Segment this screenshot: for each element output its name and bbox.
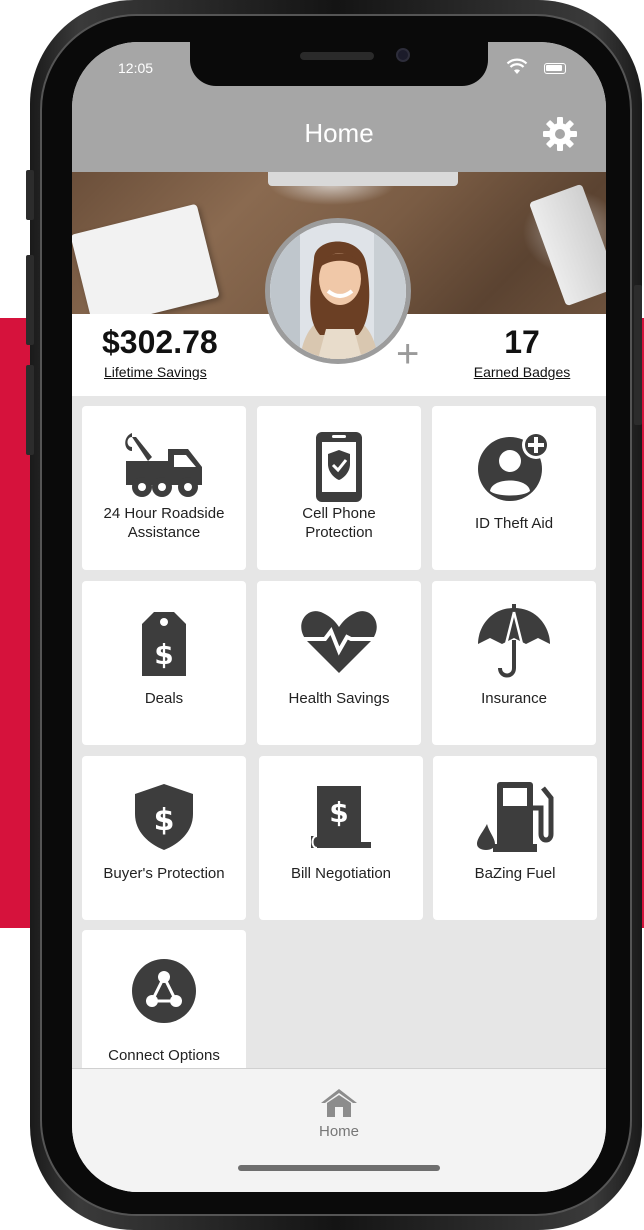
tile-label: Insurance — [481, 690, 547, 707]
add-photo-icon[interactable]: + — [396, 334, 419, 374]
banner-notebook — [72, 203, 220, 329]
page-title: Home — [304, 118, 374, 148]
tab-home-label: Home — [318, 1123, 359, 1140]
tab-bar: Home — [72, 1068, 606, 1192]
tile-bazing-fuel[interactable]: BaZing Fuel — [433, 756, 597, 920]
tile-insurance[interactable]: Insurance — [432, 581, 596, 745]
tab-home[interactable]: Home — [289, 1087, 389, 1140]
bill-icon: $ — [311, 786, 371, 849]
tile-cell-phone-protection[interactable]: Cell Phone Protection — [257, 406, 421, 570]
tile-label: Cell Phone Protection — [302, 505, 376, 541]
network-icon — [132, 959, 196, 1023]
earned-badges-value: 17 — [504, 324, 540, 360]
tile-label: ID Theft Aid — [474, 515, 554, 532]
phone-mute-switch — [26, 170, 34, 220]
fuel-pump-icon — [477, 782, 554, 852]
tile-label: Buyer's Protection — [103, 865, 225, 882]
umbrella-icon — [478, 604, 550, 678]
phone-camera — [396, 48, 410, 62]
tile-health-savings[interactable]: Health Savings — [257, 581, 421, 745]
tile-label: Bill Negotiation — [290, 865, 392, 882]
tile-label: Health Savings — [288, 690, 390, 707]
user-plus-icon — [478, 431, 550, 501]
earned-badges-link[interactable]: Earned Badges — [462, 364, 582, 380]
wifi-icon — [506, 58, 528, 74]
heartbeat-icon — [301, 611, 377, 673]
tile-id-theft-aid[interactable]: ID Theft Aid — [432, 406, 596, 570]
status-time: 12:05 — [118, 60, 154, 76]
home-icon — [321, 1089, 357, 1117]
gear-icon[interactable] — [542, 116, 578, 152]
tile-buyers-protection[interactable]: $ Buyer's Protection — [82, 756, 246, 920]
svg-text:$: $ — [154, 803, 175, 838]
phone-speaker — [300, 52, 374, 60]
tile-bill-negotiation[interactable]: $ Bill Negotiation — [259, 756, 423, 920]
tile-deals[interactable]: $ Deals — [82, 581, 246, 745]
app-screen: 12:05 Home $302.78 Lifetime Savings + 17… — [72, 42, 606, 1192]
shield-dollar-icon: $ — [135, 784, 193, 850]
svg-text:$: $ — [154, 638, 173, 671]
avatar-photo — [270, 223, 406, 359]
banner-laptop — [268, 172, 458, 186]
tow-truck-icon — [125, 433, 202, 497]
lifetime-savings-value: $302.78 — [102, 324, 218, 360]
phone-volume-up-button — [26, 255, 34, 345]
phone-notch — [190, 42, 488, 86]
tile-label: Connect Options — [108, 1047, 220, 1064]
lifetime-savings-link[interactable]: Lifetime Savings — [104, 364, 207, 380]
tile-label: 24 Hour Roadside Assistance — [103, 505, 225, 541]
svg-text:$: $ — [329, 796, 348, 829]
tile-label: BaZing Fuel — [474, 865, 556, 882]
tile-roadside-assistance[interactable]: 24 Hour Roadside Assistance — [82, 406, 246, 570]
battery-icon — [544, 63, 566, 74]
phone-shield-icon — [316, 432, 362, 502]
banner-papers — [528, 183, 606, 307]
tile-label: Deals — [144, 690, 184, 707]
phone-power-button — [634, 285, 642, 425]
price-tag-icon: $ — [142, 612, 186, 676]
avatar[interactable] — [265, 218, 411, 364]
home-indicator[interactable] — [238, 1165, 440, 1171]
phone-volume-down-button — [26, 365, 34, 455]
